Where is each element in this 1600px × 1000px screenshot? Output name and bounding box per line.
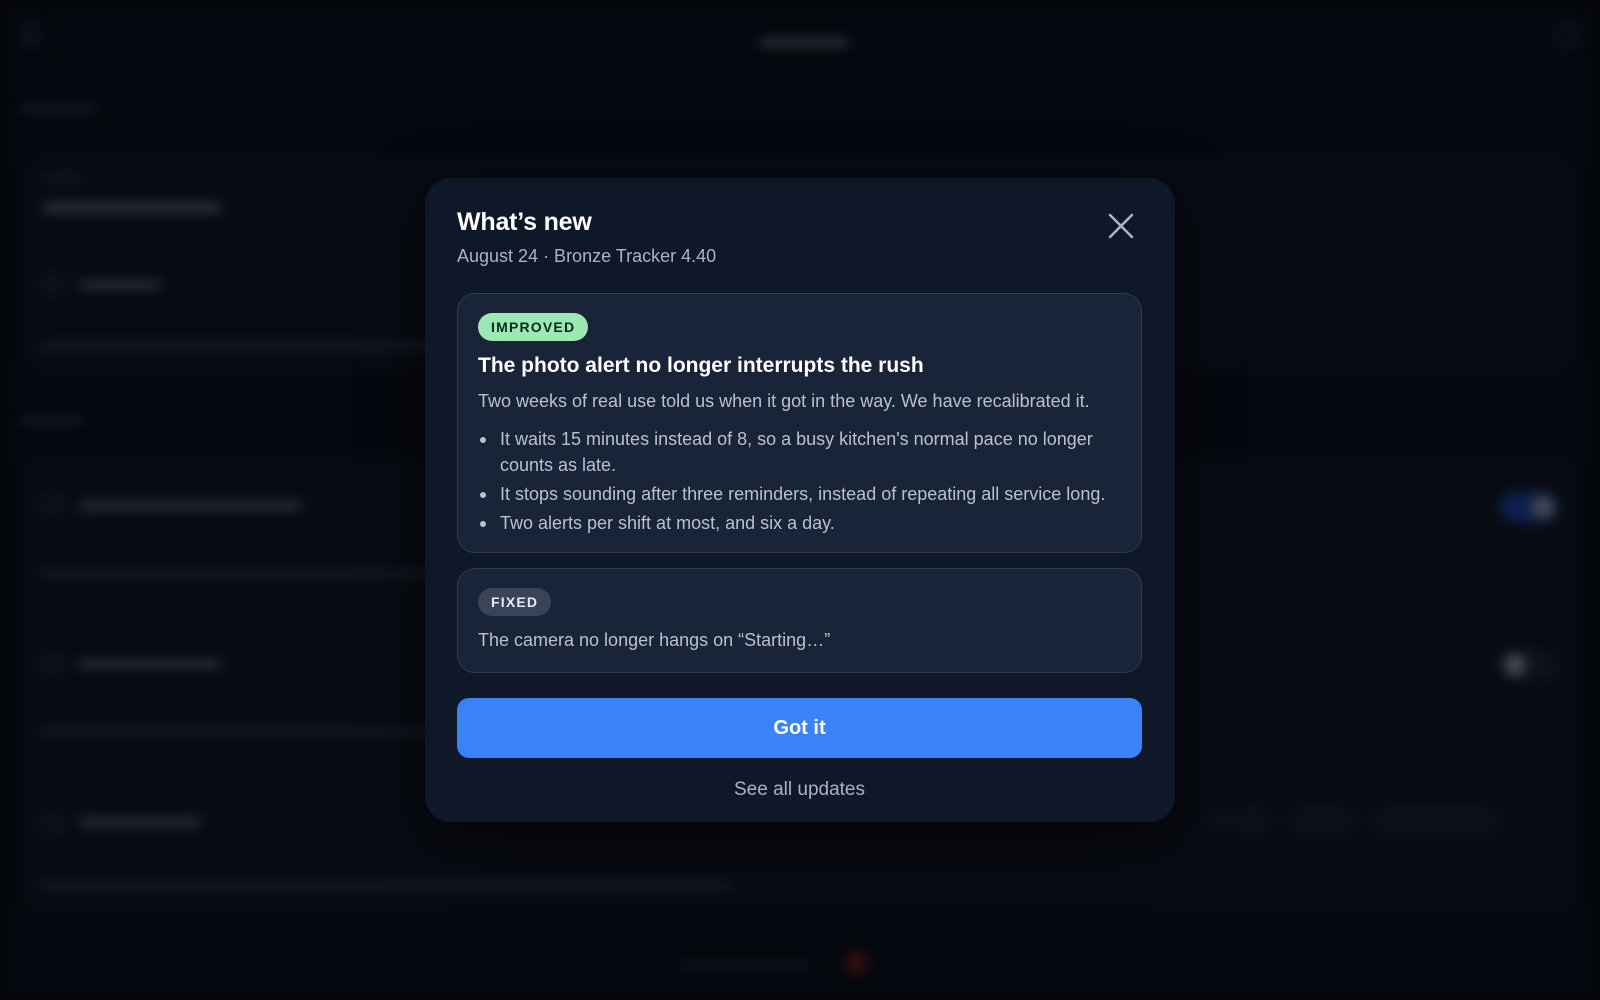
update-entry-fixed: FIXED The camera no longer hangs on “Sta…: [457, 568, 1142, 673]
improved-badge: IMPROVED: [478, 313, 589, 341]
fixed-badge: FIXED: [478, 588, 552, 616]
update-entry-improved: IMPROVED The photo alert no longer inter…: [457, 293, 1142, 553]
close-icon: [1108, 213, 1134, 239]
entry-heading: The photo alert no longer interrupts the…: [478, 354, 924, 377]
entry-description: The camera no longer hangs on “Starting……: [478, 630, 831, 650]
list-item: It waits 15 minutes instead of 8, so a b…: [478, 426, 1128, 478]
got-it-button[interactable]: Got it: [457, 698, 1142, 758]
whats-new-dialog: What’s new August 24 · Bronze Tracker 4.…: [425, 178, 1175, 822]
see-all-updates-link[interactable]: See all updates: [457, 776, 1142, 804]
entry-bullet-list: It waits 15 minutes instead of 8, so a b…: [478, 426, 1128, 539]
list-item: Two alerts per shift at most, and six a …: [478, 510, 1128, 536]
dialog-title: What’s new: [457, 208, 592, 236]
close-button[interactable]: [1105, 210, 1137, 242]
list-item: It stops sounding after three reminders,…: [478, 481, 1128, 507]
dialog-subtitle: August 24 · Bronze Tracker 4.40: [457, 246, 717, 266]
entry-description: Two weeks of real use told us when it go…: [478, 391, 1090, 411]
